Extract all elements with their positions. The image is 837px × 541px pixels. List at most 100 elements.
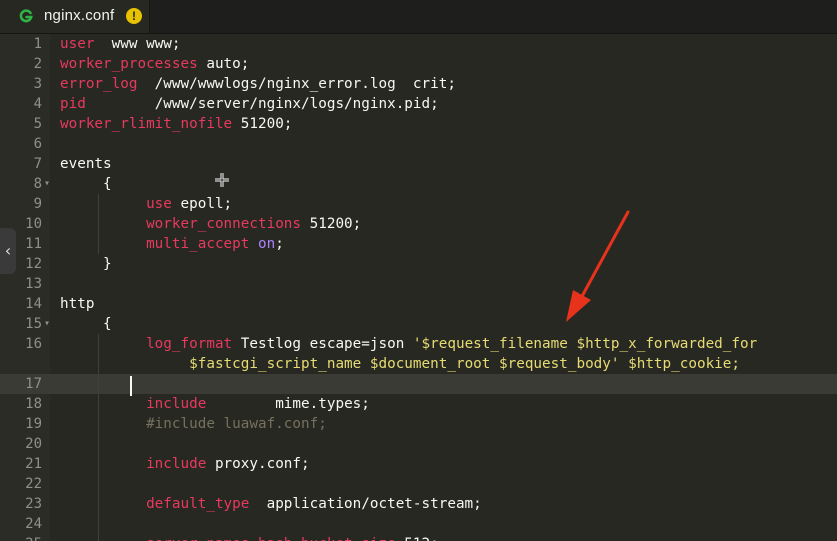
code-token: auto;	[197, 56, 250, 72]
code-token: proxy.conf;	[206, 456, 310, 472]
code-line: events	[60, 154, 112, 174]
line-number: 4	[33, 96, 42, 112]
tab-bar: nginx.conf !	[0, 0, 837, 34]
code-token: $http_cookie;	[619, 356, 741, 372]
code-editor[interactable]: 1 user www www; 2 worker_processes auto; 3 er…	[0, 34, 837, 541]
code-token: #include luawaf.conf;	[60, 416, 327, 432]
line-number: 19	[25, 416, 42, 432]
code-token: include	[146, 396, 207, 412]
line-number: 17	[25, 376, 42, 392]
code-token: on	[257, 236, 276, 252]
code-token: /www/server/nginx/logs/nginx.pid;	[85, 96, 439, 112]
line-number: 5	[33, 116, 42, 132]
code-line: log_format Testlog escape=json '$request…	[60, 334, 757, 354]
tab-nginx-conf[interactable]: nginx.conf !	[0, 0, 150, 33]
line-number: 20	[25, 436, 42, 452]
code-token: {	[60, 316, 112, 332]
line-number: 9	[33, 196, 42, 212]
line-number: 16	[25, 336, 42, 352]
code-token: 51200;	[232, 116, 293, 132]
code-token: epoll;	[171, 196, 233, 212]
line-number: 18	[25, 396, 42, 412]
line-number: 23	[25, 496, 42, 512]
line-number: 22	[25, 476, 42, 492]
code-token: error_log	[60, 76, 138, 92]
line-number: 15	[25, 316, 42, 332]
code-line: default_type application/octet-stream;	[60, 494, 482, 514]
code-line: worker_processes auto;	[60, 54, 249, 74]
code-token: use	[146, 196, 172, 212]
code-token: pid	[60, 96, 86, 112]
line-number: 3	[33, 76, 42, 92]
line-number: 14	[25, 296, 42, 312]
fold-toggle-icon[interactable]: ▾	[44, 174, 50, 194]
code-token: 51200;	[301, 216, 362, 232]
code-line: user www www;	[60, 34, 181, 54]
code-token: ;	[275, 236, 284, 252]
code-line: worker_connections 51200;	[60, 214, 361, 234]
code-line: {	[60, 174, 112, 194]
code-token: www www;	[94, 36, 181, 52]
code-line: server_names_hash_bucket_size 512;	[60, 534, 439, 541]
fold-toggle-icon[interactable]: ▾	[44, 314, 50, 334]
code-token: worker_processes	[60, 56, 198, 72]
code-line: }	[60, 254, 112, 274]
code-line: worker_rlimit_nofile 51200;	[60, 114, 292, 134]
tab-title: nginx.conf	[44, 7, 115, 24]
crosshair-cursor-icon	[215, 173, 229, 187]
line-number: 21	[25, 456, 42, 472]
code-token: log_format	[146, 336, 233, 352]
code-token: mime.types;	[206, 396, 370, 412]
active-line-highlight	[0, 374, 837, 394]
line-number: 13	[25, 276, 42, 292]
code-line: include proxy.conf;	[60, 454, 310, 474]
code-token: user	[60, 36, 95, 52]
code-token: multi_accept	[146, 236, 250, 252]
code-line: include mime.types;	[60, 394, 370, 414]
line-number: 25	[0, 534, 42, 541]
code-token: Testlog escape=json	[232, 336, 413, 352]
code-token: default_type	[146, 496, 250, 512]
line-number: 24	[25, 516, 42, 532]
code-line: use epoll;	[60, 194, 232, 214]
code-token: $fastcgi_script_name $document_root $req…	[189, 356, 620, 372]
line-number: 8	[33, 176, 42, 192]
code-token: '$request_filename $http_x_forwarded_for	[412, 336, 758, 352]
code-token: /www/wwwlogs/nginx_error.log crit;	[137, 76, 456, 92]
code-line: error_log /www/wwwlogs/nginx_error.log c…	[60, 74, 456, 94]
code-token: server_names_hash_bucket_size	[146, 536, 396, 541]
warning-icon[interactable]: !	[126, 8, 142, 24]
nginx-g-icon	[19, 9, 33, 23]
line-number: 2	[33, 56, 42, 72]
line-number: 7	[33, 156, 42, 172]
line-number: 6	[33, 136, 42, 152]
code-line: pid /www/server/nginx/logs/nginx.pid;	[60, 94, 439, 114]
code-token: }	[60, 256, 112, 272]
code-token: worker_rlimit_nofile	[60, 116, 233, 132]
code-token: application/octet-stream;	[249, 496, 482, 512]
line-number: 1	[33, 36, 42, 52]
code-token: 512;	[396, 536, 438, 541]
text-cursor	[130, 376, 132, 396]
code-token: http	[60, 296, 95, 312]
code-line: http	[60, 294, 94, 314]
code-token: worker_connections	[146, 216, 302, 232]
code-line: $fastcgi_script_name $document_root $req…	[60, 354, 740, 374]
code-token: events	[60, 156, 112, 172]
code-line: {	[60, 314, 112, 334]
code-token: include	[146, 456, 207, 472]
chevron-left-icon: ‹	[4, 241, 12, 260]
code-token: {	[60, 176, 112, 192]
collapse-sidebar-handle[interactable]: ‹	[0, 228, 16, 274]
code-line: multi_accept on;	[60, 234, 284, 254]
